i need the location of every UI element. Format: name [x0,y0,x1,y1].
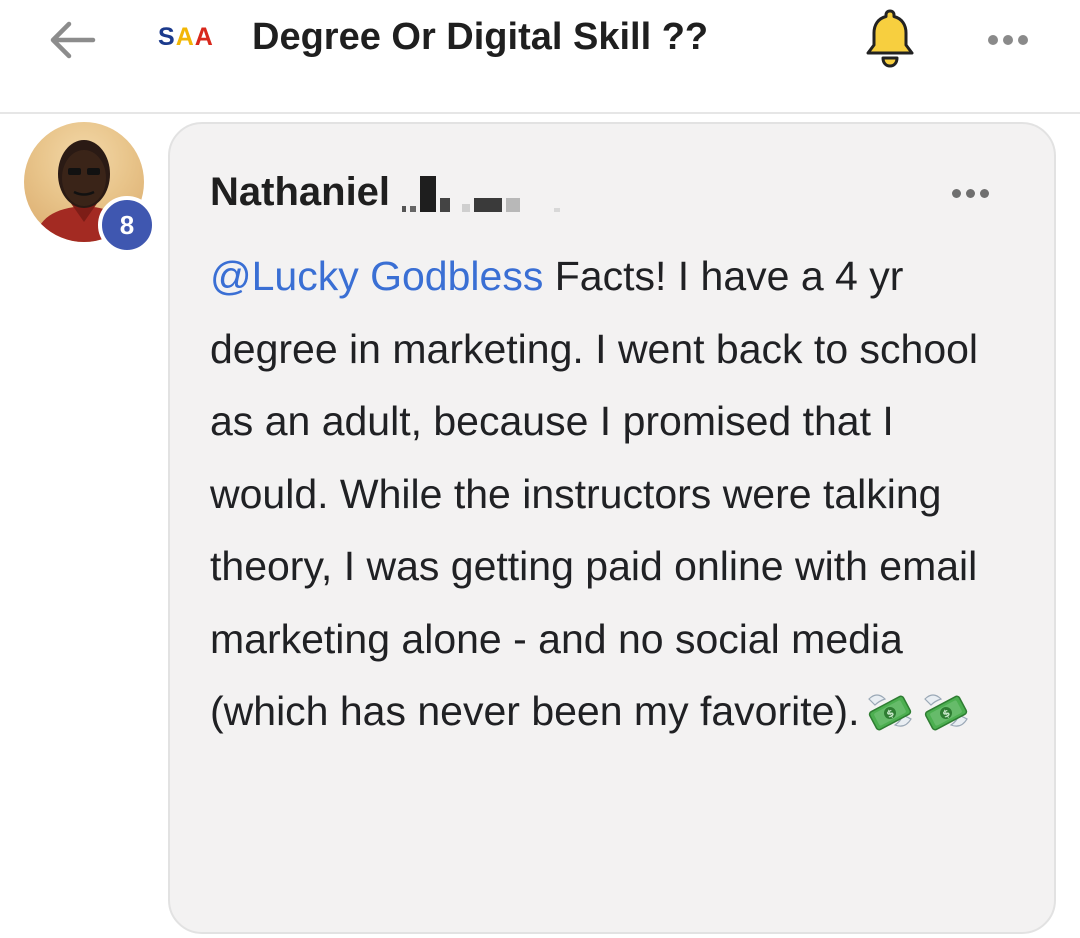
comment-author-row: Nathaniel [210,168,561,216]
comment-options-button[interactable] [940,176,1000,210]
redacted-surname [402,172,561,212]
group-logo-letter: S [158,23,176,51]
group-logo[interactable]: S A A [158,22,214,52]
comment-body: @Lucky Godbless Facts! I have a 4 yr deg… [210,240,1020,748]
bell-icon [866,9,914,68]
user-mention-link[interactable]: @Lucky Godbless [210,253,543,299]
more-dots-icon [1018,35,1028,45]
group-logo-letter: A [194,23,214,51]
notifications-button[interactable] [858,4,922,72]
more-dots-icon [951,188,961,198]
more-dots-icon [1003,35,1013,45]
more-options-button[interactable] [978,22,1038,58]
top-app-bar: S A A Degree Or Digital Skill ?? [0,0,1080,114]
money-with-wings-icon: $ [868,694,913,731]
more-dots-icon [965,188,975,198]
group-title[interactable]: Degree Or Digital Skill ?? [252,14,708,60]
back-button[interactable] [40,12,104,68]
back-arrow-icon [50,21,96,59]
more-dots-icon [988,35,998,45]
user-level-badge: 8 [98,196,156,254]
money-with-wings-icon: $ [924,694,969,731]
more-dots-icon [979,188,989,198]
comment-text: Facts! I have a 4 yr degree in marketing… [210,253,979,734]
group-logo-letter: A [175,23,195,51]
comment-author-name[interactable]: Nathaniel [210,168,390,216]
